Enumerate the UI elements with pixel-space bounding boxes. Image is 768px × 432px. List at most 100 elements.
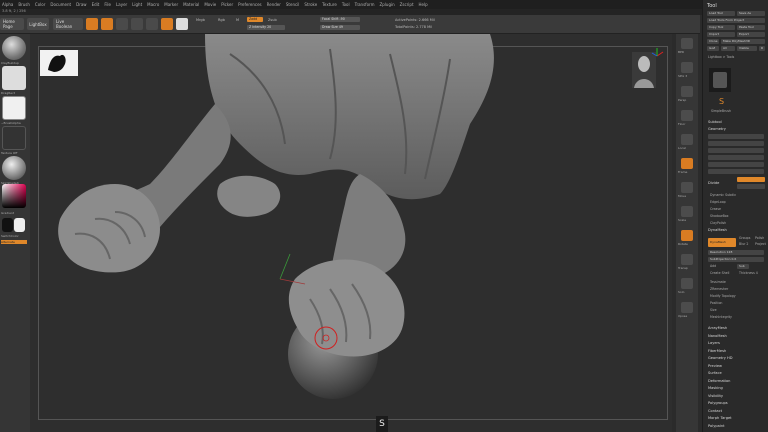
dynamesh-button[interactable]: DynaMesh [708, 238, 736, 247]
z-intensity-slider[interactable]: Z Intensity 20 [247, 25, 285, 30]
lightbox-tools-label[interactable]: Lightbox > Tools [708, 55, 734, 59]
mrgb-toggle[interactable]: Mrgb [196, 18, 205, 22]
geometry-section[interactable]: Geometry [708, 127, 726, 131]
menu-item[interactable]: Edit [92, 2, 100, 7]
dynamesh-section[interactable]: DynaMesh [708, 228, 727, 232]
dynamic-subdiv-section[interactable]: Dynamic Subdiv [710, 193, 736, 197]
color-picker-icon[interactable] [2, 184, 26, 208]
focal-shift-slider[interactable]: Focal Shift -90 [320, 17, 360, 22]
panel-section-layers[interactable]: Layers [708, 341, 720, 345]
menu-item[interactable]: Tool [342, 2, 350, 7]
export-button[interactable]: Export [737, 32, 765, 37]
menu-item[interactable]: Color [35, 2, 45, 7]
menu-item[interactable]: Draw [76, 2, 86, 7]
crease-section[interactable]: Crease [710, 207, 721, 211]
resolution-slider[interactable]: Resolution 128 [708, 250, 764, 255]
stroke-icon[interactable] [2, 66, 26, 90]
blur-slider[interactable]: Blur 2 [739, 242, 748, 246]
shelf-button-transp[interactable] [681, 254, 693, 265]
shadowbox-section[interactable]: ShadowBox [710, 214, 729, 218]
simplebrush-icon[interactable]: S [719, 98, 727, 106]
smt-toggle[interactable] [737, 177, 765, 182]
menu-item[interactable]: Material [183, 2, 199, 7]
shelf-button-xpose[interactable] [681, 302, 693, 313]
copy-tool-button[interactable]: Copy Tool [707, 25, 735, 30]
panel-section-visibility[interactable]: Visibility [708, 394, 723, 398]
menu-item[interactable]: Movie [204, 2, 216, 7]
thickness-slider[interactable]: Thickness 4 [739, 271, 758, 275]
tessimate-section[interactable]: Tessimate [710, 280, 726, 284]
scale-icon[interactable] [131, 18, 143, 30]
zsub-toggle[interactable]: Zsub [268, 18, 277, 22]
import-button[interactable]: Import [707, 32, 735, 37]
suv-toggle[interactable] [737, 184, 765, 189]
menu-item[interactable]: Alpha [2, 2, 13, 7]
menu-item[interactable]: Layer [116, 2, 127, 7]
menu-item[interactable]: Light [132, 2, 142, 7]
alternate-button[interactable]: Alternate [1, 240, 27, 244]
save-as-button[interactable]: Save As [737, 11, 765, 16]
lower-res-button[interactable] [708, 141, 764, 146]
sub-button[interactable]: Sub [737, 264, 749, 269]
panel-section-contact[interactable]: Contact [708, 409, 722, 413]
meshintegrity-section[interactable]: MeshIntegrity [710, 315, 732, 319]
divide-button[interactable]: Divide [708, 181, 719, 185]
shelf-button-move[interactable] [681, 182, 693, 193]
menu-item[interactable]: Texture [322, 2, 337, 7]
panel-section-polypaint[interactable]: Polypaint [708, 424, 725, 428]
claypolish-section[interactable]: ClayPolish [710, 221, 726, 225]
project-toggle[interactable]: Project [755, 242, 766, 246]
reconstruct-subdiv-button[interactable] [708, 162, 764, 167]
load-tools-from-project-button[interactable]: Load Tools From Project [707, 18, 765, 23]
color-swatch-icon[interactable] [176, 18, 188, 30]
menu-item[interactable]: Transform [355, 2, 375, 7]
menu-item[interactable]: Marker [164, 2, 178, 7]
shelf-button-frame[interactable] [681, 158, 693, 169]
edgeloop-section[interactable]: EdgeLoop [710, 200, 726, 204]
subtool-section[interactable]: Subtool [708, 120, 722, 124]
shelf-button-persp[interactable] [681, 86, 693, 97]
panel-section-deformation[interactable]: Deformation [708, 379, 730, 383]
subprojection-slider[interactable]: SubProjection 0.6 [708, 257, 764, 262]
menu-item[interactable]: Help [419, 2, 428, 7]
del-lower-button[interactable] [708, 148, 764, 153]
shelf-button-spix-3[interactable] [681, 62, 693, 73]
make-polymesh3d-button[interactable]: Make PolyMesh3D [721, 39, 765, 44]
move-icon[interactable] [116, 18, 128, 30]
switch-color-label[interactable]: SwitchColor [1, 234, 29, 238]
menu-item[interactable]: Stroke [304, 2, 317, 7]
shelf-button-scale[interactable] [681, 206, 693, 217]
zremesher-section[interactable]: ZRemesher [710, 287, 728, 291]
convert-bpr-button[interactable] [708, 169, 764, 174]
menu-item[interactable]: Document [50, 2, 71, 7]
all-button[interactable]: All [721, 46, 735, 51]
menu-item[interactable]: Render [267, 2, 281, 7]
main-color-icon[interactable] [2, 218, 13, 232]
home-page-button[interactable]: Home Page [0, 18, 24, 30]
m-toggle[interactable]: M [236, 18, 239, 22]
paste-tool-button[interactable]: Paste Tool [737, 25, 765, 30]
shelf-button-bpr[interactable] [681, 38, 693, 49]
menu-item[interactable]: Preferences [238, 2, 262, 7]
draw-icon[interactable] [101, 18, 113, 30]
groups-toggle[interactable]: Groups [739, 236, 750, 240]
lightbox-button[interactable]: LightBox [27, 18, 49, 30]
panel-section-geometry-hd[interactable]: Geometry HD [708, 356, 733, 360]
live-boolean-button[interactable]: Live Boolean [53, 18, 83, 30]
create-shell-button[interactable]: Create Shell [710, 271, 729, 275]
freeze-subdivision-button[interactable] [708, 155, 764, 160]
higher-res-button[interactable] [708, 134, 764, 139]
shelf-button-solo[interactable] [681, 278, 693, 289]
panel-section-arraymesh[interactable]: ArrayMesh [708, 326, 727, 330]
size-section[interactable]: Size [710, 308, 717, 312]
brush-icon[interactable] [2, 36, 26, 60]
menu-item[interactable]: Picker [221, 2, 233, 7]
load-tool-button[interactable]: Load Tool [707, 11, 735, 16]
material-icon[interactable] [2, 156, 26, 180]
alpha-icon[interactable] [2, 96, 26, 120]
secondary-color-icon[interactable] [14, 218, 25, 232]
canvas-viewport[interactable] [30, 34, 672, 432]
polish-toggle[interactable]: Polish [755, 236, 764, 240]
menu-item[interactable]: Zplugin [380, 2, 395, 7]
r-button[interactable]: R [759, 46, 765, 51]
